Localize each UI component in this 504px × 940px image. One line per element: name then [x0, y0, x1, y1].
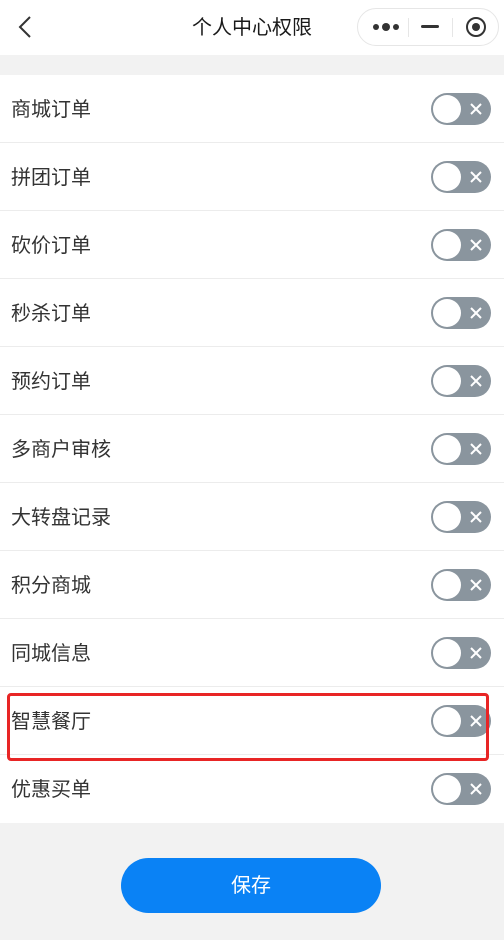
toggle-knob — [433, 775, 461, 803]
toggle-knob — [433, 367, 461, 395]
toggle-knob — [433, 163, 461, 191]
close-x-icon — [470, 239, 482, 251]
permission-label: 秒杀订单 — [11, 301, 91, 325]
close-x-icon — [470, 375, 482, 387]
permission-row: 智慧餐厅 — [0, 687, 504, 755]
permission-label: 商城订单 — [11, 97, 91, 121]
permission-label: 大转盘记录 — [11, 505, 111, 529]
permission-label: 积分商城 — [11, 573, 91, 597]
permission-toggle[interactable] — [431, 569, 491, 601]
toggle-knob — [433, 571, 461, 599]
permission-toggle[interactable] — [431, 365, 491, 397]
close-x-icon — [470, 171, 482, 183]
permission-toggle[interactable] — [431, 501, 491, 533]
permission-toggle[interactable] — [431, 705, 491, 737]
save-button[interactable]: 保存 — [121, 858, 381, 913]
top-navigation-bar: 个人中心权限 — [0, 0, 504, 55]
permission-label: 优惠买单 — [11, 777, 91, 801]
permission-row: 多商户审核 — [0, 415, 504, 483]
permission-row: 砍价订单 — [0, 211, 504, 279]
permission-label: 预约订单 — [11, 369, 91, 393]
toggle-knob — [433, 707, 461, 735]
mini-program-capsule — [357, 8, 499, 46]
permission-list: 商城订单 拼团订单 砍价订单 秒杀订单 预约订单 多商户审核 大转盘记录 积分商… — [0, 75, 504, 823]
toggle-knob — [433, 435, 461, 463]
permission-row: 优惠买单 — [0, 755, 504, 823]
permission-toggle[interactable] — [431, 229, 491, 261]
permission-toggle[interactable] — [431, 93, 491, 125]
permission-row: 商城订单 — [0, 75, 504, 143]
permission-row: 拼团订单 — [0, 143, 504, 211]
permission-row: 同城信息 — [0, 619, 504, 687]
permission-toggle[interactable] — [431, 297, 491, 329]
permission-label: 拼团订单 — [11, 165, 91, 189]
close-x-icon — [470, 783, 482, 795]
close-x-icon — [470, 511, 482, 523]
permission-label: 砍价订单 — [11, 233, 91, 257]
toggle-knob — [433, 231, 461, 259]
toggle-knob — [433, 299, 461, 327]
close-x-icon — [470, 715, 482, 727]
close-x-icon — [470, 103, 482, 115]
more-dots-icon[interactable] — [366, 9, 406, 45]
permission-label: 多商户审核 — [11, 437, 111, 461]
permission-label: 智慧餐厅 — [11, 709, 91, 733]
permission-toggle[interactable] — [431, 637, 491, 669]
close-target-icon[interactable] — [454, 9, 498, 45]
minimize-icon[interactable] — [410, 9, 450, 45]
capsule-divider — [452, 18, 453, 37]
permission-row: 大转盘记录 — [0, 483, 504, 551]
permission-label: 同城信息 — [11, 641, 91, 665]
close-x-icon — [470, 647, 482, 659]
close-x-icon — [470, 443, 482, 455]
permission-toggle[interactable] — [431, 773, 491, 805]
permission-row: 预约订单 — [0, 347, 504, 415]
permission-toggle[interactable] — [431, 161, 491, 193]
permission-toggle[interactable] — [431, 433, 491, 465]
toggle-knob — [433, 95, 461, 123]
permission-row: 积分商城 — [0, 551, 504, 619]
toggle-knob — [433, 639, 461, 667]
toggle-knob — [433, 503, 461, 531]
capsule-divider — [408, 18, 409, 37]
close-x-icon — [470, 579, 482, 591]
permission-row: 秒杀订单 — [0, 279, 504, 347]
close-x-icon — [470, 307, 482, 319]
